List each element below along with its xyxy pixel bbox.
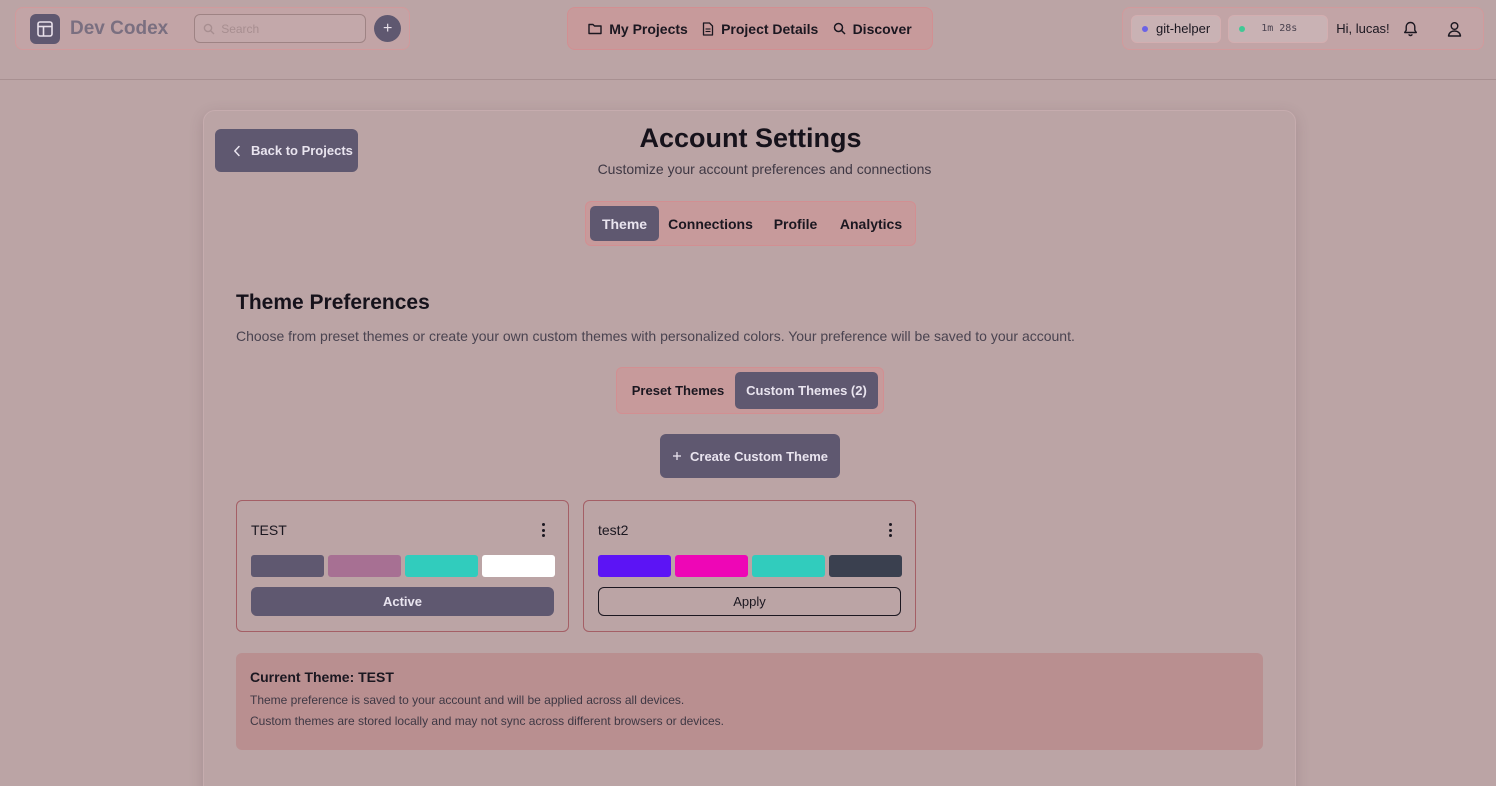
search-icon: [833, 22, 846, 35]
user-group: git-helper 1m 28s Hi, lucas!: [1122, 7, 1484, 50]
tab-custom-themes[interactable]: Custom Themes (2): [735, 372, 878, 409]
page-title: Account Settings: [639, 123, 862, 153]
tab-profile[interactable]: Profile: [762, 206, 829, 241]
theme-subtabs: Preset Themes Custom Themes (2): [616, 367, 884, 414]
theme-name: TEST: [251, 522, 287, 538]
apply-theme-button[interactable]: Apply: [598, 587, 901, 616]
project-chip[interactable]: git-helper: [1131, 14, 1222, 43]
active-theme-button[interactable]: Active: [251, 587, 554, 616]
nav-my-projects[interactable]: My Projects: [588, 21, 688, 37]
color-swatch: [405, 555, 478, 577]
theme-card: TEST Active: [236, 500, 569, 632]
current-theme-info: Current Theme: TEST Theme preference is …: [236, 653, 1263, 750]
user-icon[interactable]: [1444, 18, 1466, 40]
color-swatch: [829, 555, 902, 577]
theme-name: test2: [598, 522, 629, 538]
create-label: Create Custom Theme: [690, 448, 828, 464]
info-text: Custom themes are stored locally and may…: [250, 714, 724, 728]
more-vertical-icon[interactable]: [885, 521, 895, 539]
tab-preset-themes[interactable]: Preset Themes: [621, 372, 735, 409]
color-swatch: [598, 555, 671, 577]
theme-card: test2 Apply: [583, 500, 916, 632]
settings-tabs: Theme Connections Profile Analytics: [585, 201, 916, 246]
logo-icon[interactable]: [30, 13, 60, 44]
nav-discover[interactable]: Discover: [833, 21, 912, 37]
folder-icon: [588, 23, 602, 35]
bell-icon[interactable]: [1400, 18, 1422, 40]
brand-name[interactable]: Dev Codex: [70, 18, 168, 40]
back-label: Back to Projects: [251, 143, 353, 158]
section-title: Theme Preferences: [236, 291, 430, 314]
timer-value: 1m 28s: [1261, 23, 1298, 34]
project-chip-label: git-helper: [1156, 21, 1211, 36]
nav-label: Discover: [852, 20, 912, 37]
document-icon: [702, 21, 714, 36]
more-vertical-icon[interactable]: [538, 521, 548, 539]
status-dot: [1239, 25, 1246, 32]
status-dot: [1142, 25, 1148, 32]
top-bar: Dev Codex Search + My Projects Project D…: [0, 0, 1496, 80]
tab-connections[interactable]: Connections: [659, 206, 762, 241]
tab-analytics[interactable]: Analytics: [829, 206, 913, 241]
brand-group: Dev Codex Search +: [15, 7, 410, 50]
nav-label: My Projects: [609, 20, 688, 37]
color-swatch: [328, 555, 401, 577]
tab-theme[interactable]: Theme: [590, 206, 659, 241]
chevron-left-icon: [234, 145, 240, 156]
color-swatch: [752, 555, 825, 577]
nav-label: Project Details: [721, 20, 819, 37]
color-swatch: [675, 555, 748, 577]
color-swatches: [598, 555, 902, 577]
create-custom-theme-button[interactable]: Create Custom Theme: [660, 434, 840, 478]
info-text: Theme preference is saved to your accoun…: [250, 693, 685, 707]
search-icon: [203, 23, 215, 34]
user-greeting: Hi, lucas!: [1336, 21, 1390, 36]
current-theme-title: Current Theme: TEST: [250, 669, 394, 685]
main-nav: My Projects Project Details Discover: [567, 7, 933, 50]
plus-icon: [673, 452, 681, 460]
page-subtitle: Customize your account preferences and c…: [597, 161, 932, 177]
settings-card: Account Settings Customize your account …: [203, 110, 1296, 786]
color-swatches: [251, 555, 555, 577]
search-input[interactable]: Search: [194, 14, 367, 43]
search-placeholder: Search: [221, 21, 260, 36]
color-swatch: [482, 555, 555, 577]
color-swatch: [251, 555, 324, 577]
back-to-projects-button[interactable]: Back to Projects: [215, 129, 358, 172]
add-button[interactable]: +: [374, 15, 402, 42]
session-timer: 1m 28s: [1228, 14, 1329, 43]
section-description: Choose from preset themes or create your…: [236, 328, 1075, 344]
nav-project-details[interactable]: Project Details: [702, 21, 818, 37]
